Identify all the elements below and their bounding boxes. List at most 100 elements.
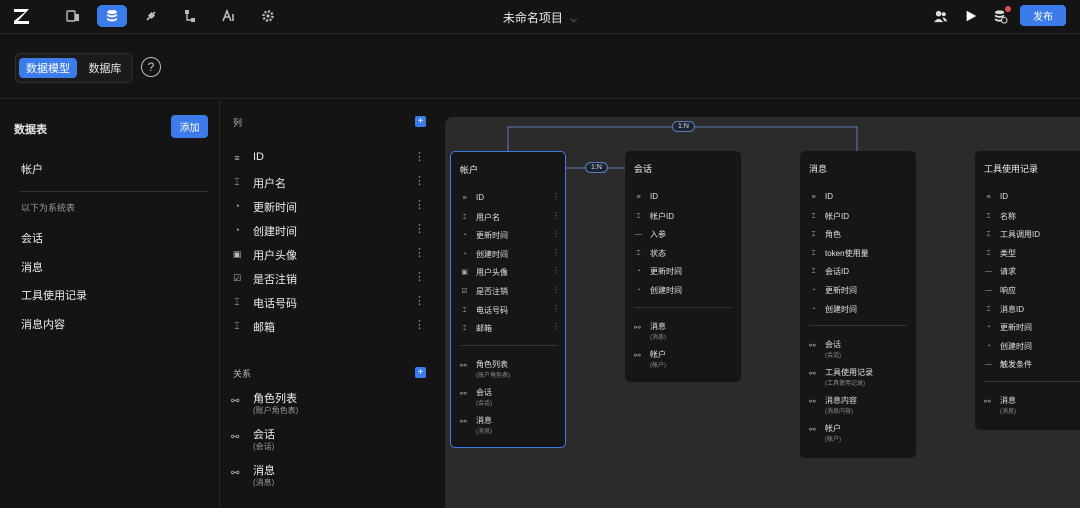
column-row[interactable]: ◔ 创建时间 ⋮ (231, 221, 431, 239)
column-row[interactable]: ▣ 用户头像 ⋮ (231, 245, 431, 263)
card-field[interactable]: ◔ 更新时间 (634, 265, 774, 279)
more-icon[interactable]: ⋮ (414, 174, 425, 188)
card-field[interactable]: ⌶ 电话号码 ⋮ (460, 304, 600, 318)
card-relation[interactable]: ⚯ 角色列表 (账户角色表) (460, 359, 600, 383)
card-field[interactable]: ◔ 创建时间 ⋮ (460, 248, 600, 262)
relation-badge[interactable]: 1:N (672, 121, 695, 132)
more-icon[interactable]: ⋮ (414, 222, 425, 236)
more-icon[interactable]: ⋮ (414, 318, 425, 332)
database-icon[interactable] (97, 5, 127, 27)
card-field[interactable]: ⌶ 工具调用ID (984, 228, 1080, 242)
more-icon[interactable]: ⋮ (414, 246, 425, 260)
publish-button[interactable]: 发布 (1020, 5, 1066, 26)
add-table-button[interactable]: 添加 (171, 115, 208, 138)
more-icon[interactable]: ⋮ (414, 198, 425, 212)
more-icon[interactable]: ⋮ (552, 229, 560, 238)
table-item[interactable]: 会话 (21, 230, 43, 246)
more-icon[interactable]: ⋮ (414, 270, 425, 284)
more-icon[interactable]: ⋮ (552, 248, 560, 257)
project-title-text[interactable]: 未命名项目 (503, 11, 563, 25)
card-field[interactable]: ◔ 创建时间 (984, 340, 1080, 354)
card-field[interactable]: ⌶ 会话ID (809, 265, 949, 279)
field-name: 创建时间 (1000, 341, 1032, 351)
relation-badge[interactable]: 1:N (585, 162, 608, 173)
card-field[interactable]: ≡ ID ⋮ (460, 192, 600, 206)
table-card-message[interactable]: 消息 ≡ ID ⌶ 帐户ID ⌶ 角色 ⌶ token使用量 ⌶ 会话ID ◔ 更新时间 ◔ 创建时间 ⚯ 会话… (800, 151, 916, 458)
table-item[interactable]: 帐户 (21, 161, 43, 177)
relation-row[interactable]: ⚯ 角色列表 (账户角色表) (231, 390, 431, 424)
relation-row[interactable]: ⚯ 消息 (消息) (231, 462, 431, 496)
plugin-icon[interactable] (136, 5, 166, 27)
card-relation[interactable]: ⚯ 会话 (会话) (460, 387, 600, 411)
card-field[interactable]: ≡ ID (634, 191, 774, 205)
ai-icon[interactable] (214, 5, 244, 27)
relation-row[interactable]: ⚯ 会话 (会话) (231, 426, 431, 460)
column-row[interactable]: ☑ 是否注销 ⋮ (231, 269, 431, 287)
card-field[interactable]: ⌶ token使用量 (809, 247, 949, 261)
card-relation[interactable]: ⚯ 消息内容 (消息内容) (809, 395, 949, 419)
table-card-session[interactable]: 会话 ≡ ID ⌶ 帐户ID — 入参 ⌶ 状态 ◔ 更新时间 ◔ 创建时间 ⚯ 消息 (消息) ⚯ 帐户 (帐户) (625, 151, 741, 382)
card-relation[interactable]: ⚯ 工具使用记录 (工具使用记录) (809, 367, 949, 391)
card-field[interactable]: ◔ 更新时间 (809, 284, 949, 298)
card-field[interactable]: ⌶ 用户名 ⋮ (460, 211, 600, 225)
card-field[interactable]: ⌶ 角色 (809, 228, 949, 242)
card-relation[interactable]: ⚯ 帐户 (帐户) (634, 349, 774, 373)
card-field[interactable]: ⌶ 帐户ID (634, 210, 774, 224)
card-field[interactable]: — 触发条件 (984, 358, 1080, 372)
settings-icon[interactable] (253, 5, 283, 27)
card-field[interactable]: ⌶ 名称 (984, 210, 1080, 224)
flow-icon[interactable] (175, 5, 205, 27)
play-icon[interactable] (962, 7, 980, 25)
card-field[interactable]: ◔ 更新时间 ⋮ (460, 229, 600, 243)
card-field[interactable]: ⌶ 帐户ID (809, 210, 949, 224)
column-row[interactable]: ≡ ID ⋮ (231, 149, 431, 167)
card-relation[interactable]: ⚯ 帐户 (帐户) (809, 423, 949, 447)
app-logo-icon[interactable] (12, 6, 32, 26)
tab-database[interactable]: 数据库 (79, 58, 131, 78)
field-type-icon: ≡ (811, 194, 816, 201)
card-field[interactable]: ◔ 创建时间 (634, 284, 774, 298)
card-field[interactable]: ◔ 更新时间 (984, 321, 1080, 335)
more-icon[interactable]: ⋮ (552, 285, 560, 294)
tab-data-model[interactable]: 数据模型 (19, 58, 77, 78)
er-diagram-canvas[interactable]: 1:N 1:N 帐户 ≡ ID ⋮ ⌶ 用户名 ⋮ ◔ 更新时间 ⋮ ◔ 创建时间 ⋮ ▣ 用户头像 ⋮ ☑ 是否… (445, 117, 1080, 508)
table-item[interactable]: 工具使用记录 (21, 287, 87, 303)
card-relation[interactable]: ⚯ 消息 (消息) (460, 415, 600, 439)
more-icon[interactable]: ⋮ (552, 304, 560, 313)
card-field[interactable]: ≡ ID (984, 191, 1080, 205)
table-item[interactable]: 消息 (21, 259, 43, 275)
card-field[interactable]: — 请求 (984, 265, 1080, 279)
column-row[interactable]: ⌶ 邮箱 ⋮ (231, 317, 431, 335)
more-icon[interactable]: ⋮ (552, 192, 560, 201)
card-field[interactable]: ≡ ID (809, 191, 949, 205)
column-row[interactable]: ⌶ 电话号码 ⋮ (231, 293, 431, 311)
card-relation[interactable]: ⚯ 会话 (会话) (809, 339, 949, 363)
card-field[interactable]: — 入参 (634, 228, 774, 242)
users-icon[interactable] (931, 7, 949, 25)
card-field[interactable]: ⌶ 邮箱 ⋮ (460, 322, 600, 336)
table-card-account[interactable]: 帐户 ≡ ID ⋮ ⌶ 用户名 ⋮ ◔ 更新时间 ⋮ ◔ 创建时间 ⋮ ▣ 用户头像 ⋮ ☑ 是否注销 ⋮ ⌶ 电话号码… (450, 151, 566, 448)
card-relation[interactable]: ⚯ 消息 (消息) (984, 395, 1080, 419)
table-item[interactable]: 消息内容 (21, 316, 65, 332)
card-field[interactable]: ☑ 是否注销 ⋮ (460, 285, 600, 299)
card-field[interactable]: ◔ 创建时间 (809, 303, 949, 317)
column-row[interactable]: ◔ 更新时间 ⋮ (231, 197, 431, 215)
help-icon[interactable]: ? (141, 57, 161, 77)
more-icon[interactable]: ⋮ (552, 266, 560, 275)
chevron-down-icon[interactable]: ⌵ (570, 14, 577, 24)
card-field[interactable]: ⌶ 类型 (984, 247, 1080, 261)
card-relation[interactable]: ⚯ 消息 (消息) (634, 321, 774, 345)
add-relation-icon[interactable]: + (415, 367, 426, 378)
table-card-tool-usage[interactable]: 工具使用记录 ≡ ID ⌶ 名称 ⌶ 工具调用ID ⌶ 类型 — 请求 — 响应 ⌶ 消息ID ◔ 更新时间 ◔ 创… (975, 151, 1080, 430)
more-icon[interactable]: ⋮ (552, 322, 560, 331)
layout-icon[interactable] (58, 5, 88, 27)
card-field[interactable]: ▣ 用户头像 ⋮ (460, 266, 600, 280)
card-field[interactable]: ⌶ 消息ID (984, 303, 1080, 317)
more-icon[interactable]: ⋮ (552, 211, 560, 220)
card-field[interactable]: — 响应 (984, 284, 1080, 298)
add-column-icon[interactable]: + (415, 116, 426, 127)
more-icon[interactable]: ⋮ (414, 294, 425, 308)
card-field[interactable]: ⌶ 状态 (634, 247, 774, 261)
more-icon[interactable]: ⋮ (414, 150, 425, 164)
column-row[interactable]: ⌶ 用户名 ⋮ (231, 173, 431, 191)
